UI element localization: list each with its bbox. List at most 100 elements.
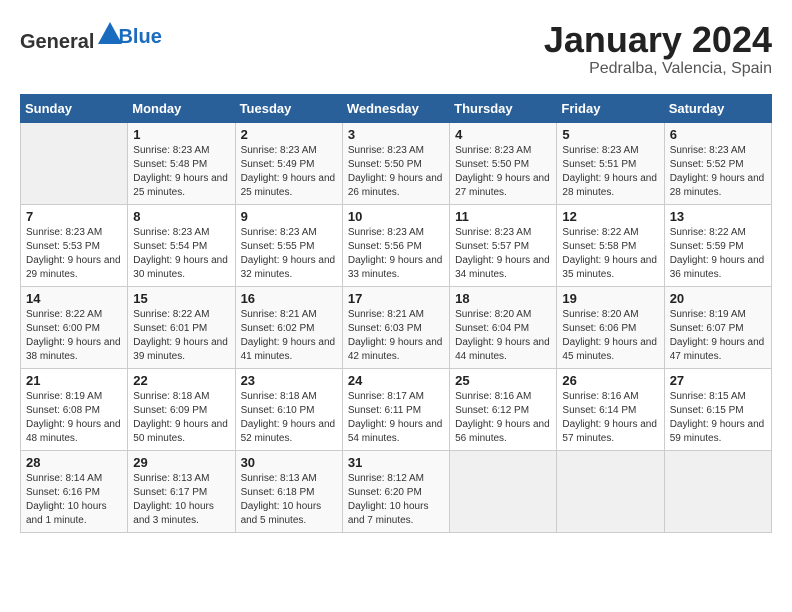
calendar-cell: 7 Sunrise: 8:23 AMSunset: 5:53 PMDaylight… xyxy=(21,204,128,286)
calendar-cell: 18 Sunrise: 8:20 AMSunset: 6:04 PMDayligh… xyxy=(450,286,557,368)
logo-general: General xyxy=(20,31,94,53)
day-info: Sunrise: 8:19 AMSunset: 6:08 PMDaylight:… xyxy=(26,390,122,446)
day-number: 31 xyxy=(348,455,444,470)
calendar-cell: 24 Sunrise: 8:17 AMSunset: 6:11 PMDayligh… xyxy=(342,368,449,450)
day-info: Sunrise: 8:16 AMSunset: 6:12 PMDaylight:… xyxy=(455,390,551,446)
calendar-cell: 27 Sunrise: 8:15 AMSunset: 6:15 PMDayligh… xyxy=(664,368,771,450)
calendar-cell xyxy=(450,450,557,532)
header-row: Sunday Monday Tuesday Wednesday Thursday… xyxy=(21,94,772,122)
col-thursday: Thursday xyxy=(450,94,557,122)
calendar-week-3: 14 Sunrise: 8:22 AMSunset: 6:00 PMDayligh… xyxy=(21,286,772,368)
col-friday: Friday xyxy=(557,94,664,122)
calendar-cell xyxy=(557,450,664,532)
day-number: 25 xyxy=(455,373,551,388)
calendar-cell: 25 Sunrise: 8:16 AMSunset: 6:12 PMDayligh… xyxy=(450,368,557,450)
calendar-cell: 19 Sunrise: 8:20 AMSunset: 6:06 PMDayligh… xyxy=(557,286,664,368)
day-info: Sunrise: 8:22 AMSunset: 5:58 PMDaylight:… xyxy=(562,226,658,282)
day-info: Sunrise: 8:19 AMSunset: 6:07 PMDaylight:… xyxy=(670,308,766,364)
col-saturday: Saturday xyxy=(664,94,771,122)
day-info: Sunrise: 8:15 AMSunset: 6:15 PMDaylight:… xyxy=(670,390,766,446)
day-info: Sunrise: 8:23 AMSunset: 5:54 PMDaylight:… xyxy=(133,226,229,282)
calendar-cell: 22Sunrise: 8:18 AMSunset: 6:09 PMDayligh… xyxy=(128,368,235,450)
day-info: Sunrise: 8:22 AMSunset: 6:00 PMDaylight:… xyxy=(26,308,122,364)
day-number: 18 xyxy=(455,291,551,306)
day-number: 2 xyxy=(241,127,337,142)
day-info: Sunrise: 8:18 AMSunset: 6:10 PMDaylight:… xyxy=(241,390,337,446)
logo-blue-text: Blue xyxy=(118,26,161,49)
calendar-week-2: 7 Sunrise: 8:23 AMSunset: 5:53 PMDaylight… xyxy=(21,204,772,286)
day-info: Sunrise: 8:12 AMSunset: 6:20 PMDaylight:… xyxy=(348,472,444,528)
day-info: Sunrise: 8:16 AMSunset: 6:14 PMDaylight:… xyxy=(562,390,658,446)
calendar-subtitle: Pedralba, Valencia, Spain xyxy=(544,60,772,78)
day-info: Sunrise: 8:23 AMSunset: 5:48 PMDaylight:… xyxy=(133,144,229,200)
day-info: Sunrise: 8:23 AMSunset: 5:53 PMDaylight:… xyxy=(26,226,122,282)
logo-text: General xyxy=(20,20,124,54)
day-number: 19 xyxy=(562,291,658,306)
calendar-cell: 3Sunrise: 8:23 AMSunset: 5:50 PMDaylight… xyxy=(342,122,449,204)
day-number: 24 xyxy=(348,373,444,388)
day-info: Sunrise: 8:18 AMSunset: 6:09 PMDaylight:… xyxy=(133,390,229,446)
day-info: Sunrise: 8:14 AMSunset: 6:16 PMDaylight:… xyxy=(26,472,122,528)
day-info: Sunrise: 8:20 AMSunset: 6:06 PMDaylight:… xyxy=(562,308,658,364)
col-tuesday: Tuesday xyxy=(235,94,342,122)
day-number: 17 xyxy=(348,291,444,306)
day-number: 21 xyxy=(26,373,122,388)
calendar-week-4: 21 Sunrise: 8:19 AMSunset: 6:08 PMDayligh… xyxy=(21,368,772,450)
calendar-cell: 28 Sunrise: 8:14 AMSunset: 6:16 PMDayligh… xyxy=(21,450,128,532)
day-info: Sunrise: 8:21 AMSunset: 6:03 PMDaylight:… xyxy=(348,308,444,364)
calendar-cell: 14 Sunrise: 8:22 AMSunset: 6:00 PMDayligh… xyxy=(21,286,128,368)
day-number: 5 xyxy=(562,127,658,142)
calendar-cell: 26 Sunrise: 8:16 AMSunset: 6:14 PMDayligh… xyxy=(557,368,664,450)
calendar-cell: 2 Sunrise: 8:23 AMSunset: 5:49 PMDaylight… xyxy=(235,122,342,204)
logo: General Blue xyxy=(20,20,162,54)
day-info: Sunrise: 8:23 AMSunset: 5:55 PMDaylight:… xyxy=(241,226,337,282)
day-number: 28 xyxy=(26,455,122,470)
day-info: Sunrise: 8:22 AMSunset: 5:59 PMDaylight:… xyxy=(670,226,766,282)
day-number: 23 xyxy=(241,373,337,388)
day-info: Sunrise: 8:13 AMSunset: 6:18 PMDaylight:… xyxy=(241,472,337,528)
calendar-cell: 17 Sunrise: 8:21 AMSunset: 6:03 PMDayligh… xyxy=(342,286,449,368)
day-number: 3 xyxy=(348,127,444,142)
calendar-week-1: 1 Sunrise: 8:23 AMSunset: 5:48 PMDaylight… xyxy=(21,122,772,204)
day-info: Sunrise: 8:23 AMSunset: 5:49 PMDaylight:… xyxy=(241,144,337,200)
day-info: Sunrise: 8:21 AMSunset: 6:02 PMDaylight:… xyxy=(241,308,337,364)
day-info: Sunrise: 8:23 AMSunset: 5:56 PMDaylight:… xyxy=(348,226,444,282)
day-info: Sunrise: 8:20 AMSunset: 6:04 PMDaylight:… xyxy=(455,308,551,364)
day-number: 26 xyxy=(562,373,658,388)
day-number: 8 xyxy=(133,209,229,224)
day-number: 12 xyxy=(562,209,658,224)
calendar-title: January 2024 xyxy=(544,20,772,60)
day-number: 1 xyxy=(133,127,229,142)
day-number: 20 xyxy=(670,291,766,306)
day-number: 6 xyxy=(670,127,766,142)
day-number: 14 xyxy=(26,291,122,306)
calendar-cell: 11Sunrise: 8:23 AMSunset: 5:57 PMDayligh… xyxy=(450,204,557,286)
calendar-cell: 6 Sunrise: 8:23 AMSunset: 5:52 PMDaylight… xyxy=(664,122,771,204)
day-number: 27 xyxy=(670,373,766,388)
calendar-cell xyxy=(21,122,128,204)
day-info: Sunrise: 8:23 AMSunset: 5:50 PMDaylight:… xyxy=(455,144,551,200)
calendar-week-5: 28 Sunrise: 8:14 AMSunset: 6:16 PMDayligh… xyxy=(21,450,772,532)
day-number: 15 xyxy=(133,291,229,306)
calendar-cell: 9Sunrise: 8:23 AMSunset: 5:55 PMDaylight… xyxy=(235,204,342,286)
col-wednesday: Wednesday xyxy=(342,94,449,122)
calendar-cell: 13 Sunrise: 8:22 AMSunset: 5:59 PMDayligh… xyxy=(664,204,771,286)
calendar-cell: 16Sunrise: 8:21 AMSunset: 6:02 PMDayligh… xyxy=(235,286,342,368)
day-info: Sunrise: 8:23 AMSunset: 5:51 PMDaylight:… xyxy=(562,144,658,200)
calendar-cell: 12 Sunrise: 8:22 AMSunset: 5:58 PMDayligh… xyxy=(557,204,664,286)
day-number: 7 xyxy=(26,209,122,224)
day-number: 30 xyxy=(241,455,337,470)
day-number: 10 xyxy=(348,209,444,224)
day-number: 11 xyxy=(455,209,551,224)
col-monday: Monday xyxy=(128,94,235,122)
day-number: 13 xyxy=(670,209,766,224)
day-info: Sunrise: 8:23 AMSunset: 5:52 PMDaylight:… xyxy=(670,144,766,200)
calendar-table: Sunday Monday Tuesday Wednesday Thursday… xyxy=(20,94,772,533)
col-sunday: Sunday xyxy=(21,94,128,122)
title-section: January 2024 Pedralba, Valencia, Spain xyxy=(544,20,772,78)
calendar-cell: 8 Sunrise: 8:23 AMSunset: 5:54 PMDaylight… xyxy=(128,204,235,286)
day-info: Sunrise: 8:22 AMSunset: 6:01 PMDaylight:… xyxy=(133,308,229,364)
calendar-cell: 31 Sunrise: 8:12 AMSunset: 6:20 PMDayligh… xyxy=(342,450,449,532)
day-number: 4 xyxy=(455,127,551,142)
day-info: Sunrise: 8:17 AMSunset: 6:11 PMDaylight:… xyxy=(348,390,444,446)
